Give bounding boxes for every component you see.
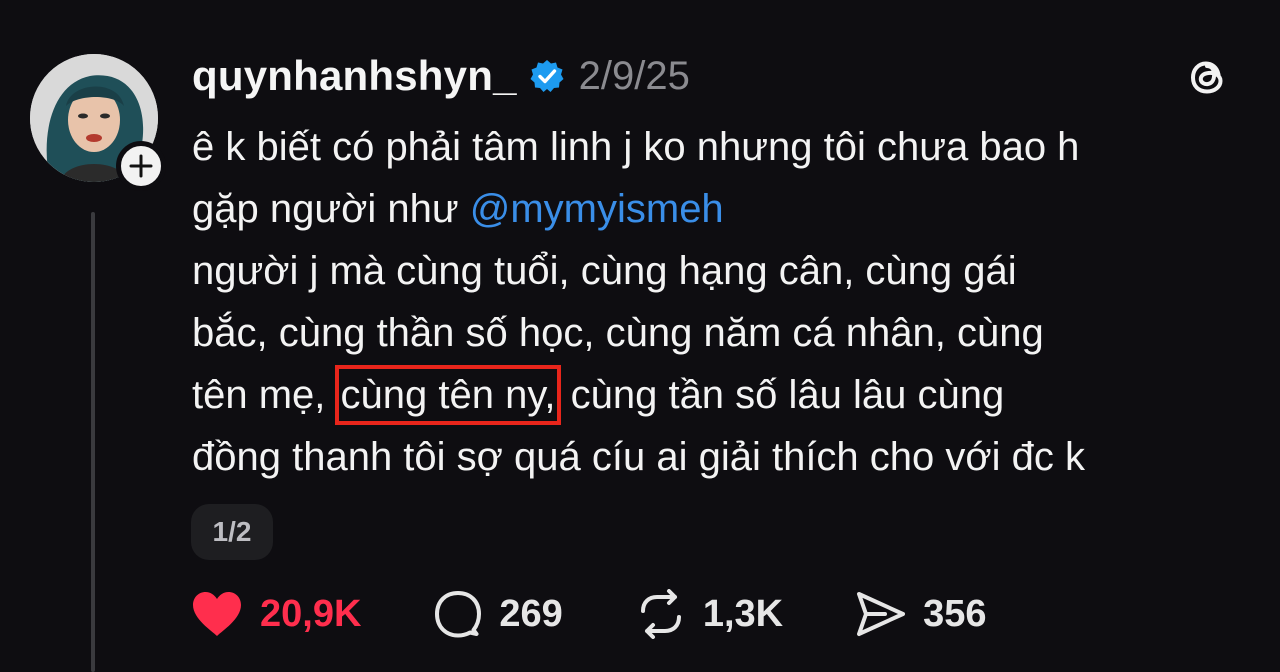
like-count: 20,9K	[260, 592, 362, 635]
page-indicator[interactable]: 1/2	[191, 504, 273, 560]
username[interactable]: quynhanhshyn_	[192, 52, 517, 100]
post-text-line: ê k biết có phải tâm linh j ko nhưng tôi…	[192, 125, 1080, 169]
post-text-segment: gặp người như	[192, 187, 470, 231]
thread-connector-line	[91, 212, 95, 672]
post-header: quynhanhshyn_ 2/9/25	[192, 48, 690, 104]
share-count: 356	[923, 592, 987, 635]
verified-badge-icon	[529, 58, 565, 94]
heart-icon	[193, 592, 241, 636]
post-text-line: đồng thanh tôi sợ quá cíu ai giải thích …	[192, 435, 1085, 479]
post-body: ê k biết có phải tâm linh j ko nhưng tôi…	[192, 116, 1262, 488]
post-date: 2/9/25	[578, 53, 690, 98]
like-button[interactable]: 20,9K	[190, 589, 361, 639]
post-text-line: bắc, cùng thần số học, cùng năm cá nhân,…	[192, 311, 1044, 355]
follow-button[interactable]	[116, 141, 166, 191]
repost-count: 1,3K	[702, 592, 784, 635]
comment-bubble-icon	[435, 591, 482, 638]
highlighted-phrase: cùng tên ny,	[334, 365, 562, 425]
repost-icon	[640, 589, 681, 639]
comment-count: 269	[499, 592, 563, 635]
repost-button[interactable]: 1,3K	[635, 589, 783, 639]
post-text-line: gặp người như @mymyismeh	[192, 178, 1262, 240]
post-text-segment: tên mẹ,	[192, 373, 337, 417]
comment-button[interactable]: 269	[433, 589, 563, 639]
threads-logo-icon[interactable]	[1182, 52, 1232, 102]
mention-link[interactable]: @mymyismeh	[470, 187, 724, 231]
action-bar: 20,9K 269 1,3K 356	[190, 584, 1059, 644]
post-text-line: tên mẹ, cùng tên ny, cùng tần số lâu lâu…	[192, 364, 1262, 426]
post-text-line: người j mà cùng tuổi, cùng hạng cân, cùn…	[192, 249, 1017, 293]
post-text-segment: cùng tần số lâu lâu cùng	[559, 373, 1005, 417]
send-icon	[857, 592, 906, 636]
share-button[interactable]: 356	[855, 589, 987, 639]
thread-post: quynhanhshyn_ 2/9/25 ê k biết có phải tâ…	[0, 0, 1280, 672]
plus-icon	[129, 154, 153, 178]
